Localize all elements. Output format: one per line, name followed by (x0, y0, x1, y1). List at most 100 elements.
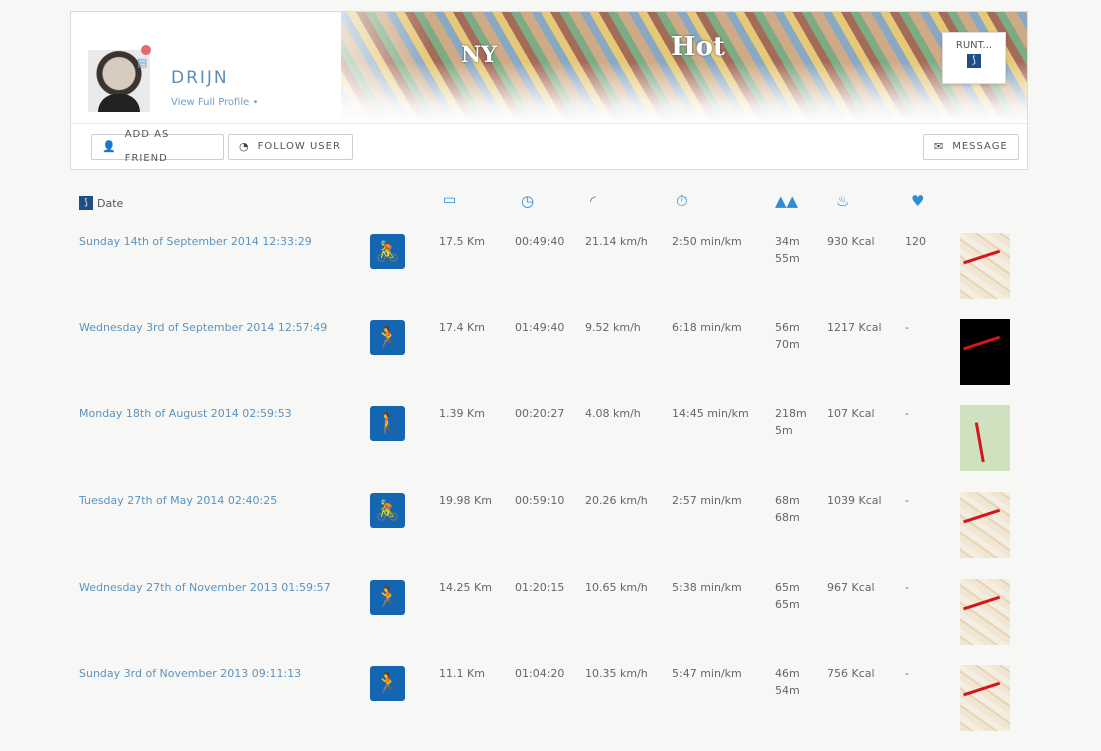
cycling-icon: 🚴 (370, 493, 405, 528)
duration-value: 01:20:15 (515, 581, 565, 594)
notification-dot (141, 45, 151, 55)
heart-rate-value: - (905, 667, 909, 680)
calories-value: 756 Kcal (827, 667, 875, 680)
route-line (963, 508, 1007, 545)
pace-value: 14:45 min/km (672, 407, 749, 420)
activity-date-link[interactable]: Tuesday 27th of May 2014 02:40:25 (79, 492, 277, 509)
route-line (963, 335, 1007, 372)
route-line (963, 681, 1007, 718)
hiking-icon: 🚶 (370, 406, 405, 441)
speed-gauge-icon: ◜ (590, 192, 596, 210)
activity-row[interactable]: Wednesday 3rd of September 2014 12:57:49… (0, 319, 1101, 405)
elevation-value: 68m 68m (775, 492, 815, 526)
activity-row[interactable]: Tuesday 27th of May 2014 02:40:25 🚴 19.98 … (0, 492, 1101, 578)
speed-value: 10.35 km/h (585, 667, 648, 680)
running-icon: 🏃 (370, 580, 405, 615)
calories-value: 967 Kcal (827, 581, 875, 594)
pace-value: 5:38 min/km (672, 581, 742, 594)
activity-date-link[interactable]: Sunday 14th of September 2014 12:33:29 (79, 233, 312, 250)
distance-value: 17.4 Km (439, 321, 485, 334)
pace-value: 6:18 min/km (672, 321, 742, 334)
elevation-value: 56m 70m (775, 319, 815, 353)
elevation-gain: 65m (775, 581, 800, 594)
elevation-value: 65m 65m (775, 579, 815, 613)
pace-value: 2:50 min/km (672, 235, 742, 248)
follow-user-button[interactable]: ◔ FOLLOW USER (228, 134, 353, 160)
activity-date-link[interactable]: Sunday 3rd of November 2013 09:11:13 (79, 665, 301, 682)
activity-date-link[interactable]: Wednesday 27th of November 2013 01:59:57 (79, 579, 331, 596)
elevation-loss: 5m (775, 424, 793, 437)
distance-value: 11.1 Km (439, 667, 485, 680)
elevation-gain: 34m (775, 235, 800, 248)
elevation-gain: 218m (775, 407, 807, 420)
elevation-loss: 70m (775, 338, 800, 351)
route-map-thumbnail[interactable] (960, 579, 1010, 645)
cycling-icon: 🚴 (370, 234, 405, 269)
route-line (963, 249, 1007, 286)
profile-banner: NY Hot ▤ DRIJN View Full Profile • RUNT.… (71, 12, 1027, 122)
banner-illustration: NY Hot (341, 12, 1027, 122)
speed-value: 10.65 km/h (585, 581, 648, 594)
date-column-header[interactable]: ⟆ Date (79, 196, 123, 210)
activity-row[interactable]: Monday 18th of August 2014 02:59:53 🚶 1.39… (0, 405, 1101, 491)
profile-card: NY Hot ▤ DRIJN View Full Profile • RUNT.… (70, 11, 1028, 170)
elevation-loss: 54m (775, 684, 800, 697)
distance-value: 14.25 Km (439, 581, 492, 594)
route-map-thumbnail[interactable] (960, 233, 1010, 299)
pace-value: 5:47 min/km (672, 667, 742, 680)
route-map-thumbnail[interactable] (960, 492, 1010, 558)
distance-value: 1.39 Km (439, 407, 485, 420)
heart-rate-value: - (905, 494, 909, 507)
running-icon: 🏃 (370, 666, 405, 701)
elevation-loss: 55m (775, 252, 800, 265)
elevation-gain: 68m (775, 494, 800, 507)
calories-flame-icon: ♨ (836, 192, 850, 210)
elevation-gain: 56m (775, 321, 800, 334)
pace-icon: ⏱ (676, 192, 688, 210)
duration-value: 00:20:27 (515, 407, 565, 420)
duration-clock-icon: ◷ (521, 192, 535, 210)
activity-row[interactable]: Sunday 3rd of November 2013 09:11:13 🏃 11.… (0, 665, 1101, 751)
route-map-thumbnail[interactable] (960, 405, 1010, 471)
elevation-value: 34m 55m (775, 233, 815, 267)
speed-value: 21.14 km/h (585, 235, 648, 248)
duration-value: 00:49:40 (515, 235, 565, 248)
activity-row[interactable]: Wednesday 27th of November 2013 01:59:57… (0, 579, 1101, 665)
activity-date-link[interactable]: Wednesday 3rd of September 2014 12:57:49 (79, 319, 327, 336)
route-map-thumbnail[interactable] (960, 665, 1010, 731)
duration-value: 00:59:10 (515, 494, 565, 507)
heart-rate-value: - (905, 321, 909, 334)
heart-rate-value: - (905, 581, 909, 594)
distance-ruler-icon: ▭ (443, 192, 457, 208)
runtastic-badge[interactable]: RUNT... ⟆ (942, 32, 1006, 84)
calories-value: 107 Kcal (827, 407, 875, 420)
activity-row[interactable]: Sunday 14th of September 2014 12:33:29 🚴 1… (0, 233, 1101, 319)
activity-date-link[interactable]: Monday 18th of August 2014 02:59:53 (79, 405, 292, 422)
pace-value: 2:57 min/km (672, 494, 742, 507)
route-line (974, 415, 1010, 463)
profile-action-bar: 👤 ADD AS FRIEND ◔ FOLLOW USER ✉ MESSAGE (71, 123, 1027, 170)
speed-value: 20.26 km/h (585, 494, 648, 507)
elevation-loss: 68m (775, 511, 800, 524)
elevation-value: 218m 5m (775, 405, 815, 439)
elevation-gain: 46m (775, 667, 800, 680)
runner-icon: ⟆ (79, 196, 93, 210)
duration-value: 01:04:20 (515, 667, 565, 680)
envelope-icon: ✉ (934, 140, 945, 153)
calories-value: 930 Kcal (827, 235, 875, 248)
message-button[interactable]: ✉ MESSAGE (923, 134, 1019, 160)
route-map-thumbnail[interactable] (960, 319, 1010, 385)
activity-table-header: ⟆ Date ▭ ◷ ◜ ⏱ ▲▲ ♨ ♥ (0, 190, 1101, 220)
chat-icon[interactable]: ▤ (137, 57, 149, 69)
distance-value: 19.98 Km (439, 494, 492, 507)
heart-rate-value: 120 (905, 235, 926, 248)
elevation-mountains-icon: ▲▲ (775, 192, 799, 210)
calories-value: 1217 Kcal (827, 321, 882, 334)
runner-icon: ⟆ (967, 54, 981, 68)
view-full-profile-link[interactable]: View Full Profile • (171, 97, 258, 108)
username: DRIJN (171, 68, 229, 88)
runtastic-badge-label: RUNT... (955, 40, 993, 51)
add-friend-button[interactable]: 👤 ADD AS FRIEND (91, 129, 224, 164)
elevation-loss: 65m (775, 598, 800, 611)
speed-value: 9.52 km/h (585, 321, 641, 334)
